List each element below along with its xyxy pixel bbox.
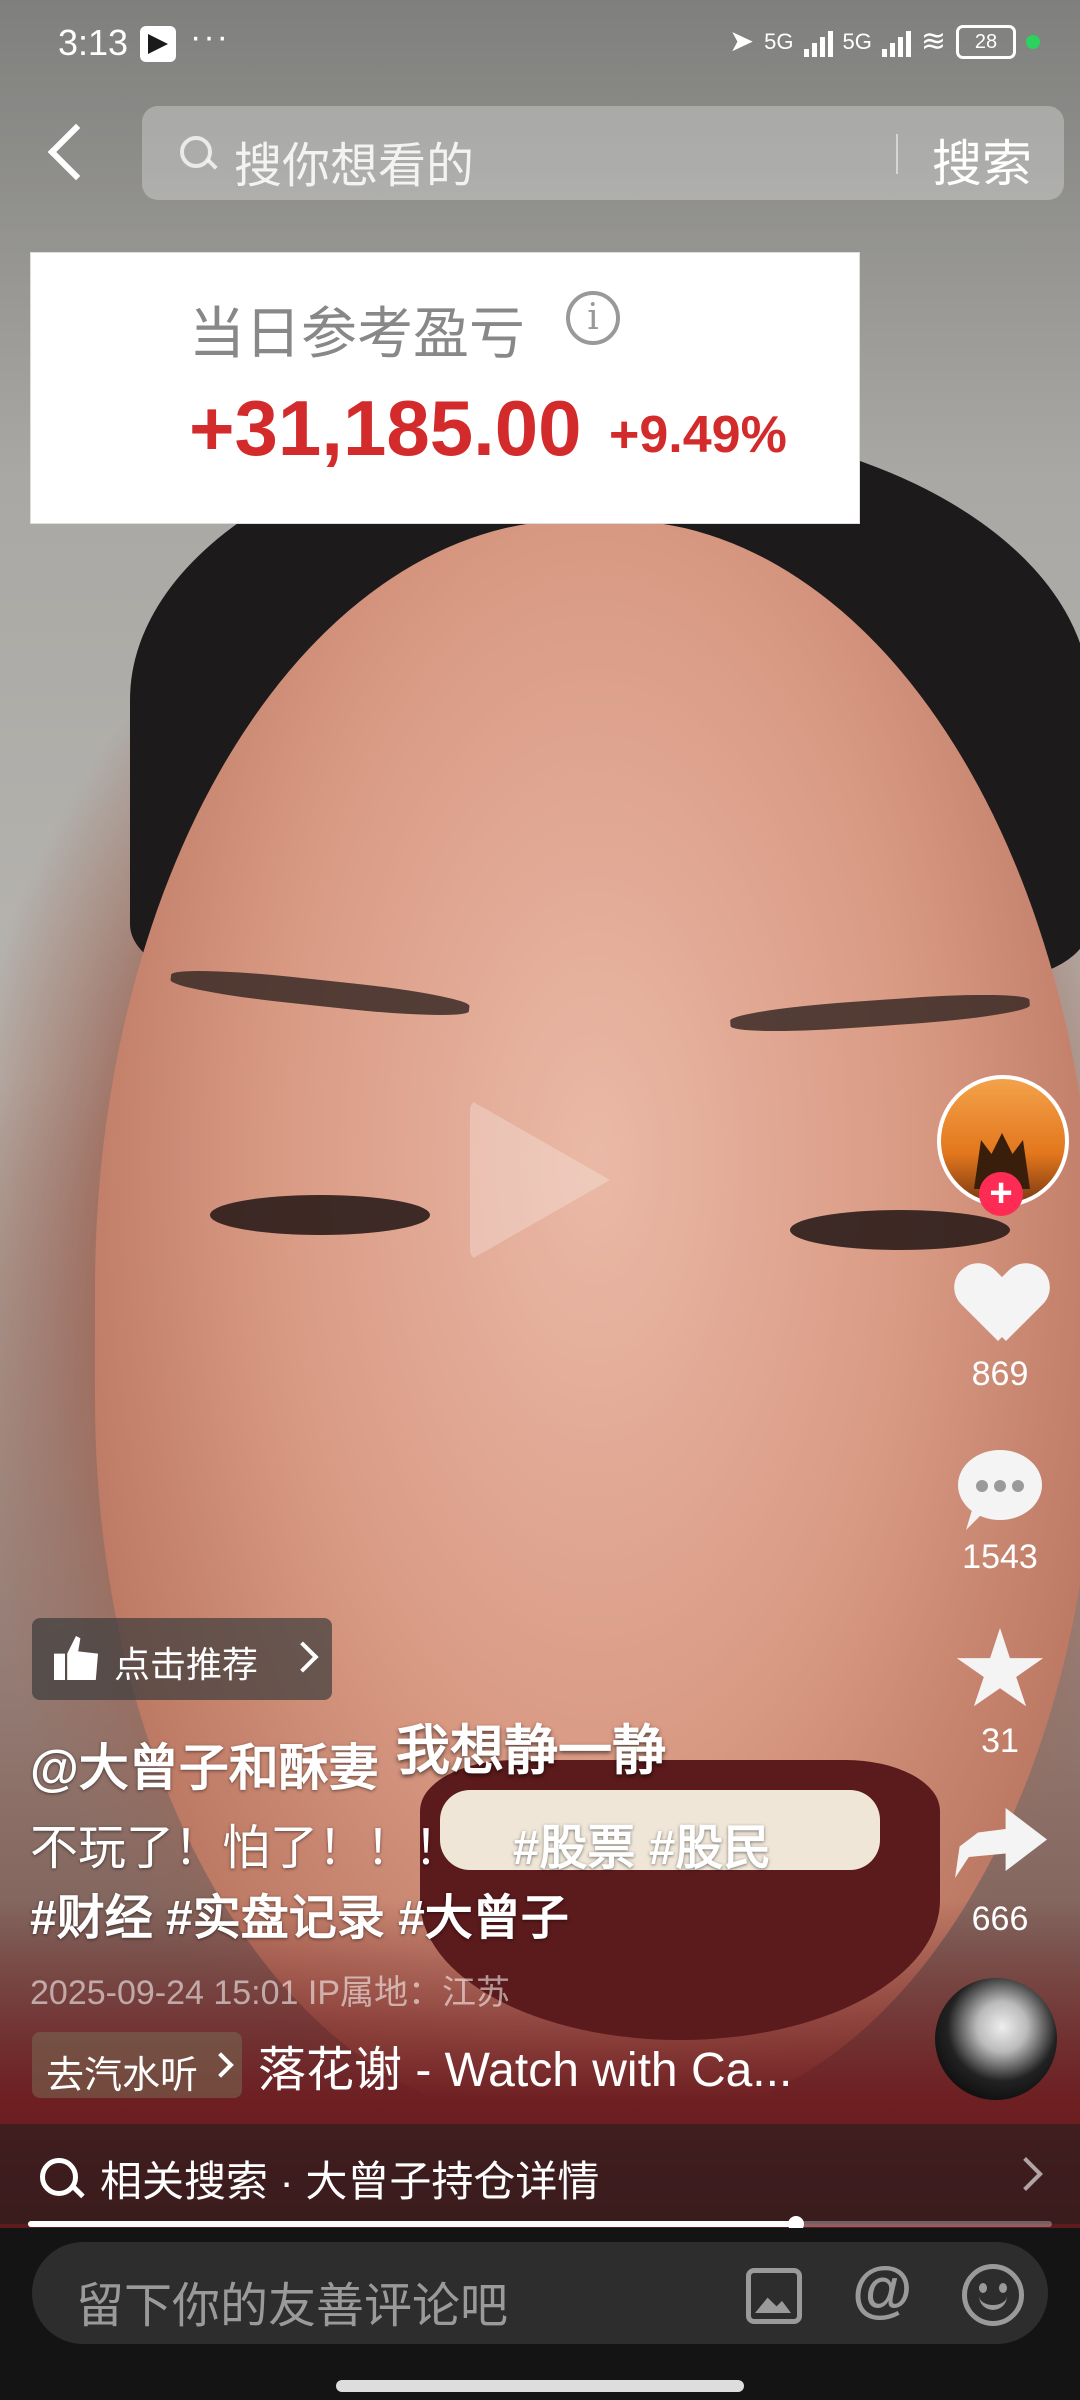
signal-icon-1 bbox=[803, 27, 833, 57]
comment-placeholder: 留下你的友善评论吧 bbox=[76, 2280, 509, 2333]
chevron-right-icon bbox=[1009, 2157, 1043, 2191]
back-button[interactable] bbox=[40, 118, 100, 188]
video-frame-eye-right bbox=[790, 1210, 1010, 1250]
favorite-count: 31 bbox=[981, 1722, 1019, 1760]
video-caption-overlay: 我想静一静 bbox=[396, 1721, 666, 1781]
related-search-bar[interactable]: 相关搜索 · 大曾子持仓详情 bbox=[0, 2124, 1080, 2224]
home-indicator[interactable] bbox=[336, 2380, 744, 2392]
pnl-amount: +31,185.00 bbox=[189, 384, 582, 472]
search-divider bbox=[896, 134, 898, 174]
thumbs-up-icon bbox=[54, 1636, 98, 1680]
chevron-right-icon bbox=[287, 1641, 319, 1673]
progress-bar[interactable] bbox=[28, 2216, 1052, 2232]
pnl-card: 当日参考盈亏 i +31,185.00 +9.49% bbox=[30, 252, 860, 524]
follow-button[interactable]: + bbox=[979, 1172, 1023, 1216]
status-time: 3:13 bbox=[58, 22, 129, 63]
share-count: 666 bbox=[971, 1900, 1029, 1938]
search-icon bbox=[40, 2158, 78, 2196]
search-placeholder: 搜你想看的 bbox=[234, 140, 475, 193]
music-title[interactable]: 落花谢 - Watch with Ca... bbox=[258, 2030, 792, 2100]
recommend-button[interactable]: 点击推荐 bbox=[32, 1618, 332, 1700]
post-description: 不玩了！怕了！！！ #股票 #股民 #财经 #实盘记录 #大曾子 bbox=[30, 1814, 890, 1954]
comment-input[interactable]: 留下你的友善评论吧 @ bbox=[32, 2242, 1048, 2344]
chevron-right-icon bbox=[208, 2052, 234, 2078]
video-frame-eye-left bbox=[210, 1195, 430, 1235]
pnl-percent: +9.49% bbox=[609, 406, 787, 464]
music-chip-label: 去汽水听 bbox=[46, 2055, 199, 2097]
network-label-1: 5G bbox=[764, 28, 794, 54]
more-notifications-icon: ··· bbox=[190, 18, 230, 56]
comment-icon[interactable] bbox=[958, 1450, 1042, 1520]
mention-icon[interactable]: @ bbox=[852, 2254, 912, 2325]
like-count: 869 bbox=[971, 1355, 1029, 1393]
wifi-icon: ≋ bbox=[920, 25, 946, 58]
image-icon[interactable] bbox=[746, 2268, 802, 2324]
search-button[interactable]: 搜索 bbox=[932, 124, 1032, 196]
battery-icon: 28 bbox=[956, 24, 1016, 59]
related-search-text: 相关搜索 · 大曾子持仓详情 bbox=[100, 2158, 600, 2205]
app-notification-icon bbox=[140, 26, 176, 62]
post-meta: 2025-09-24 15:01 IP属地：江苏 bbox=[30, 1974, 511, 2012]
video-player[interactable]: 3:13 ··· ➤ 5G 5G ≋ 28 搜你想看的 搜索 当日参考盈亏 i … bbox=[0, 0, 1080, 2400]
system-icons: ➤ 5G 5G ≋ 28 bbox=[729, 24, 1040, 59]
comment-count: 1543 bbox=[962, 1538, 1038, 1576]
hashtags-line-1[interactable]: #股票 #股民 bbox=[513, 1822, 772, 1875]
emoji-icon[interactable] bbox=[962, 2264, 1024, 2326]
network-label-2: 5G bbox=[842, 28, 872, 54]
search-icon bbox=[180, 136, 212, 168]
music-chip-button[interactable]: 去汽水听 bbox=[32, 2032, 242, 2098]
hashtags-line-2[interactable]: #财经 #实盘记录 #大曾子 bbox=[30, 1892, 569, 1945]
like-icon[interactable] bbox=[958, 1265, 1044, 1345]
recommend-label: 点击推荐 bbox=[114, 1644, 259, 1685]
bottom-bar: 留下你的友善评论吧 @ bbox=[0, 2228, 1080, 2400]
signal-icon-2 bbox=[881, 27, 911, 57]
music-disc-icon[interactable] bbox=[935, 1978, 1057, 2100]
progress-fill bbox=[28, 2221, 796, 2227]
info-icon: i bbox=[566, 291, 620, 345]
search-input[interactable]: 搜你想看的 搜索 bbox=[142, 106, 1064, 200]
location-icon: ➤ bbox=[729, 25, 755, 58]
description-text: 不玩了！怕了！！！ bbox=[30, 1822, 463, 1875]
pnl-title: 当日参考盈亏 bbox=[189, 302, 525, 365]
privacy-indicator-icon bbox=[1026, 34, 1040, 49]
status-bar: 3:13 ··· ➤ 5G 5G ≋ 28 bbox=[0, 0, 1080, 90]
author-name[interactable]: @大曾子和酥妻 bbox=[30, 1728, 379, 1800]
